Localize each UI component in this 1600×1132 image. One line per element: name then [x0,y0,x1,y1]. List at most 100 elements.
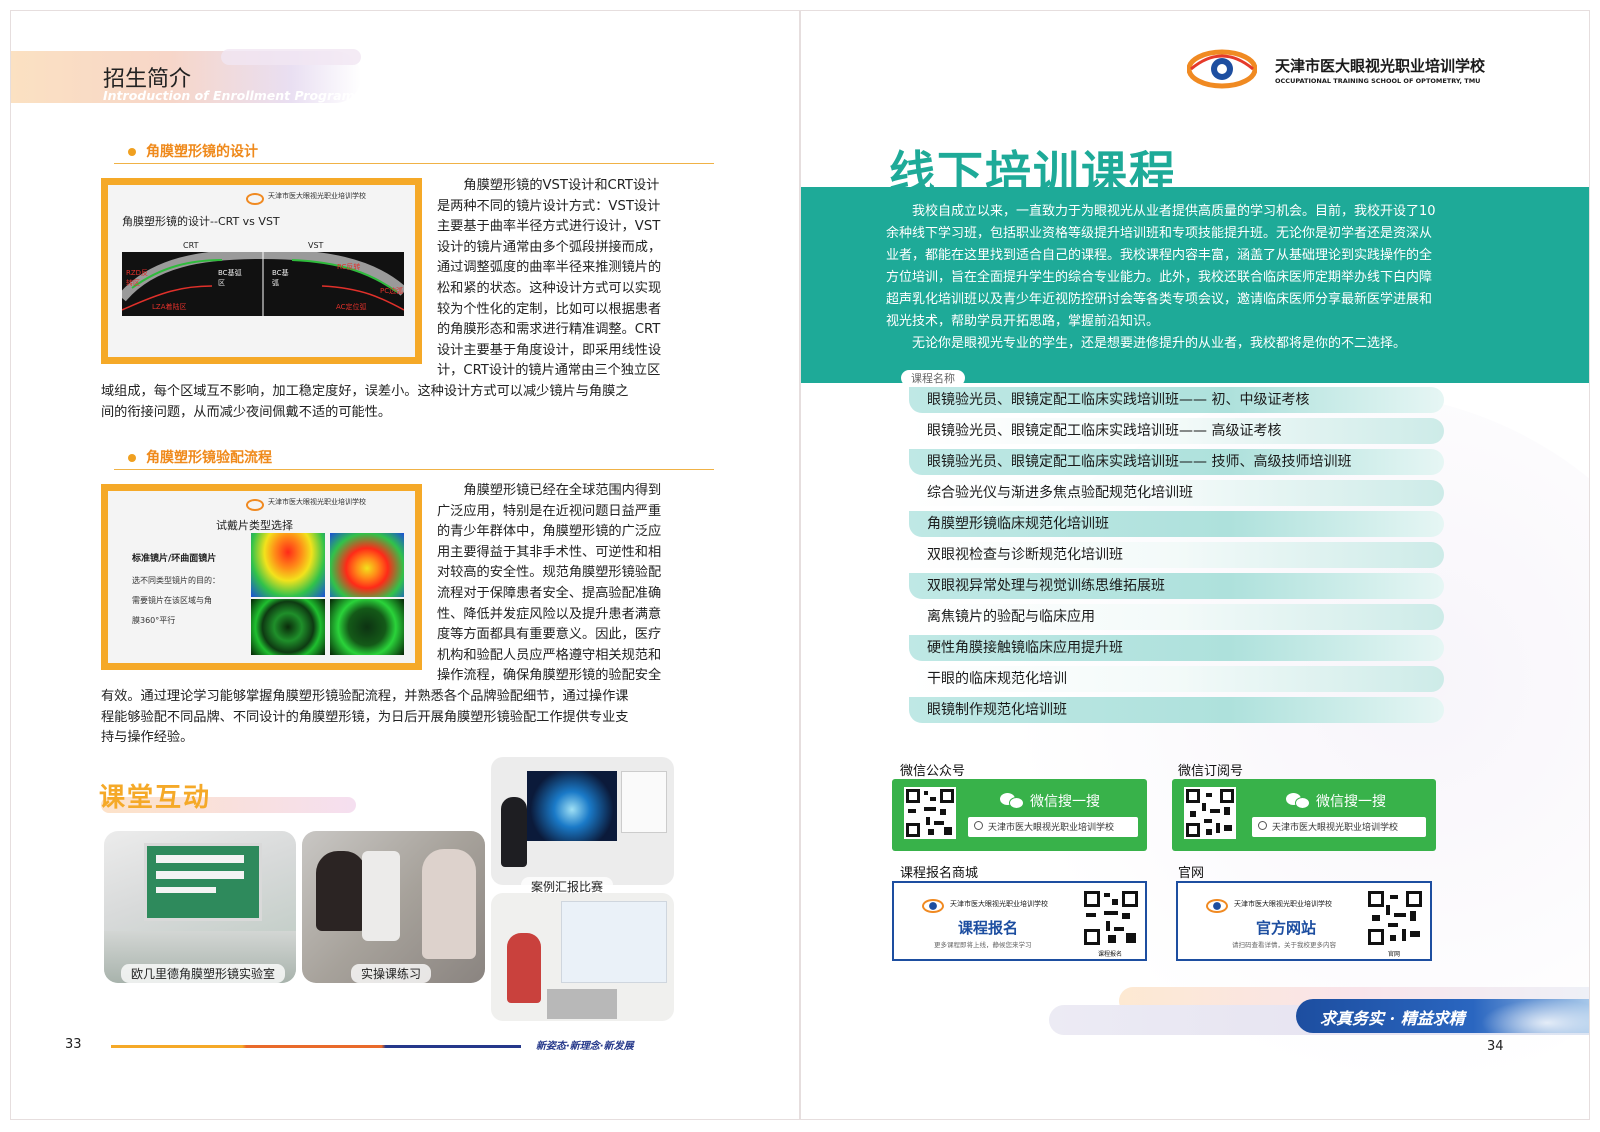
trial-lens-image: 天津市医大眼视光职业培训学校 试戴片类型选择 标准镜片/环曲面镜片 选不同类型镜… [101,484,422,670]
wechat-search-value: 天津市医大眼视光职业培训学校 [1272,823,1399,833]
caption-lab: 欧几里德角膜塑形镜实验室 [121,964,286,983]
mall-action: 课程报名 [958,919,1019,937]
course-item: 角膜塑形镜临床规范化培训班 [909,511,1444,537]
logo-name-en: OCCUPATIONAL TRAINING SCHOOL OF OPTOMETR… [1275,77,1481,85]
motto-banner: 求真务实 · 精益求精 [1296,999,1589,1033]
mall-school: 天津市医大眼视光职业培训学校 [950,900,1048,908]
section-2-title: 角膜塑形镜验配流程 [146,450,272,466]
course-item: 眼镜制作规范化培训班 [909,697,1444,723]
wechat-icon [1000,791,1024,809]
photo-practice [302,831,485,983]
mall-qr[interactable] [1082,889,1140,947]
lens-cross-section: RZD反转区 LZA着陆区 BC基弧区 BC基弧 RC反转 PC边弧 AC定位弧 [118,248,408,316]
eye-logo-icon [922,899,944,913]
wechat-sub-label: 微信订阅号 [1178,764,1244,779]
image-line-2: 需要镜片在该区域与角 [132,596,212,605]
mall-card[interactable]: 天津市医大眼视光职业培训学校 课程报名 更多课程即将上线，静候您来学习 课程报名 [892,881,1147,961]
course-header: 课程名称 [901,370,965,386]
interaction-title: 课堂互动 [99,783,212,813]
wechat-icon [1286,791,1310,809]
zone-label-lza: LZA着陆区 [152,303,187,311]
right-page: 天津市医大眼视光职业培训学校 OCCUPATIONAL TRAINING SCH… [800,10,1590,1120]
zone-label-rc: RC反转 [337,263,361,271]
course-item: 眼镜验光员、眼镜定配工临床实践培训班—— 技师、高级技师培训班 [909,449,1444,475]
fluorescein-image-1 [251,599,325,655]
eye-logo-icon [246,499,264,511]
website-card[interactable]: 天津市医大眼视光职业培训学校 官方网站 请扫码查看详情，关于我校更多内容 官网 [1176,881,1432,961]
section-2-paragraph-tail: 有效。通过理论学习能够掌握角膜塑形镜验配流程，并熟悉各个品牌验配细节，通过操作课… [101,689,629,746]
mall-qr-caption: 课程报名 [1098,951,1123,958]
section-1-paragraph: 角膜塑形镜的VST设计和CRT设计 是两种不同的镜片设计方式：VST设计 主要基… [437,178,662,379]
website-school: 天津市医大眼视光职业培训学校 [1234,900,1332,908]
course-item: 离焦镜片的验配与临床应用 [909,604,1444,630]
eye-logo-icon [246,193,264,205]
image-subtitle: 标准镜片/环曲面镜片 [132,554,217,564]
course-item: 硬性角膜接触镜临床应用提升班 [909,635,1444,661]
wechat-search-text: 微信搜一搜 [1316,794,1386,810]
page-number: 33 [65,1037,82,1052]
footer-line [111,1045,521,1048]
page-subtitle: Introduction of Enrollment Program [103,88,355,103]
intro-panel: 我校自成立以来，一直致力于为眼视光从业者提供高质量的学习机会。目前，我校开设了1… [801,187,1589,383]
caption-practice: 实操课练习 [351,964,432,983]
topography-map-2 [330,533,404,597]
header-band-top [221,49,361,65]
wechat-public-card[interactable]: 微信搜一搜 天津市医大眼视光职业培训学校 [892,779,1147,851]
image-line-1: 选不同类型镜片的目的： [132,576,220,585]
website-qr[interactable] [1366,889,1424,947]
website-action: 官方网站 [1256,919,1317,937]
wechat-sub-qr[interactable] [1184,787,1236,839]
course-item: 眼镜验光员、眼镜定配工临床实践培训班—— 初、中级证考核 [909,387,1444,413]
left-page: 招生简介 Introduction of Enrollment Program … [10,10,800,1120]
course-item: 双眼视异常处理与视觉训练思维拓展班 [909,573,1444,599]
wechat-search-value: 天津市医大眼视光职业培训学校 [988,823,1115,833]
bullet-dot-icon [128,454,136,462]
crt-label: CRT [183,241,199,250]
intro-text: 我校自成立以来，一直致力于为眼视光从业者提供高质量的学习机会。目前，我校开设了1… [886,204,1436,351]
zone-label-rzd: RZD反转区 [126,269,149,287]
qr-code-icon [1186,789,1234,837]
school-logo-icon [1186,49,1258,89]
qr-code-icon [1368,891,1422,945]
course-item: 双眼视检查与诊断规范化培训班 [909,542,1444,568]
logo-name-cn: 天津市医大眼视光职业培训学校 [1275,57,1486,75]
course-item: 眼镜验光员、眼镜定配工临床实践培训班—— 高级证考核 [909,418,1444,444]
crt-vst-image: 天津市医大眼视光职业培训学校 角膜塑形镜的设计--CRT vs VST CRT … [101,178,422,364]
zone-label-pc: PC边弧 [380,287,404,295]
photo-competition [491,893,674,1021]
photo-lab [104,831,296,983]
wechat-search-text: 微信搜一搜 [1030,794,1100,810]
qr-code-icon [906,789,954,837]
section-2-paragraph: 角膜塑形镜已经在全球范围内得到 广泛应用，特别是在近视问题日益严重 的青少年群体… [437,483,662,684]
course-item: 干眼的临床规范化培训 [909,666,1444,692]
wechat-sub-card[interactable]: 微信搜一搜 天津市医大眼视光职业培训学校 [1172,779,1436,851]
motto-text: 求真务实 · 精益求精 [1320,1009,1465,1028]
topography-map-1 [251,533,325,597]
image-title: 角膜塑形镜的设计--CRT vs VST [122,215,280,228]
image-line-3: 膜360°平行 [132,616,176,625]
photo-presentation [491,757,674,885]
section-1-paragraph-tail: 域组成，每个区域互不影响，加工稳定度好，误差小。这种设计方式可以减少镜片与角膜之… [101,384,629,420]
search-icon [974,821,983,830]
eye-logo-svg [1186,49,1258,89]
course-item: 综合验光仪与渐进多焦点验配规范化培训班 [909,480,1444,506]
image-school-name: 天津市医大眼视光职业培训学校 [268,192,366,200]
website-desc: 请扫码查看详情，关于我校更多内容 [1232,941,1336,949]
website-qr-caption: 官网 [1388,951,1401,958]
qr-code-icon [1084,891,1138,945]
wechat-search-box[interactable]: 天津市医大眼视光职业培训学校 [968,817,1138,837]
eye-logo-icon [1206,899,1228,913]
wechat-public-qr[interactable] [904,787,956,839]
vst-label: VST [308,241,324,250]
footer-slogan: 新姿态·新理念·新发展 [536,1041,634,1052]
section-1-title: 角膜塑形镜的设计 [146,144,258,160]
wechat-search-box[interactable]: 天津市医大眼视光职业培训学校 [1252,817,1426,837]
zone-label-bc-zone: BC基弧区 [218,269,242,287]
wechat-public-label: 微信公众号 [900,764,966,779]
fluorescein-image-2 [330,599,404,655]
mall-desc: 更多课程即将上线，静候您来学习 [934,941,1032,949]
zone-label-bc: BC基弧 [272,269,289,287]
image-school-name: 天津市医大眼视光职业培训学校 [268,498,366,506]
mall-label: 课程报名商城 [900,866,979,881]
section-1-heading: 角膜塑形镜的设计 [114,141,714,164]
